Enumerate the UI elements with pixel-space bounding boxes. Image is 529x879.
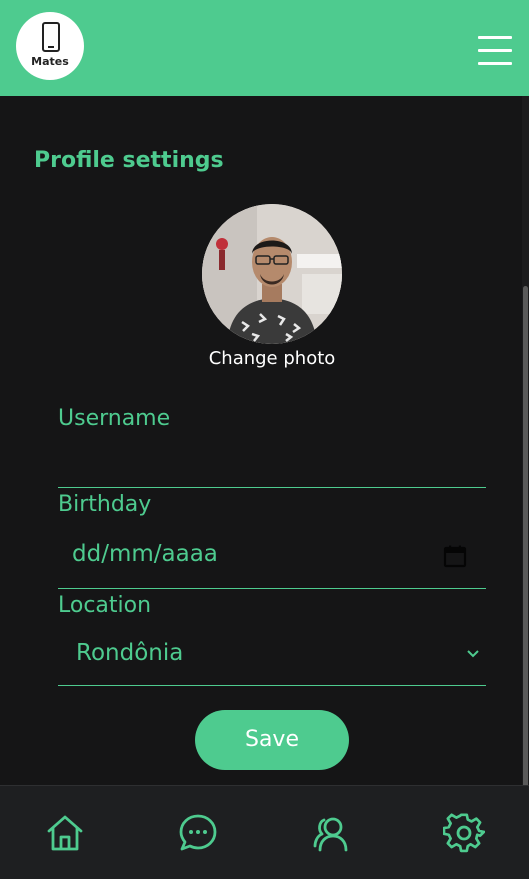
- settings-icon[interactable]: [443, 812, 485, 854]
- username-underline: [58, 487, 486, 488]
- calendar-icon[interactable]: [443, 544, 467, 568]
- home-icon[interactable]: [44, 812, 86, 854]
- chevron-down-icon[interactable]: [465, 648, 481, 660]
- birthday-label: Birthday: [58, 492, 152, 517]
- avatar[interactable]: [202, 204, 342, 344]
- change-photo-button[interactable]: Change photo: [150, 348, 394, 369]
- location-underline: [58, 685, 486, 686]
- chat-icon[interactable]: [177, 812, 219, 854]
- birthday-input[interactable]: dd/mm/aaaa: [72, 541, 218, 567]
- app-logo[interactable]: Mates: [16, 12, 84, 80]
- username-label: Username: [58, 406, 171, 431]
- save-button[interactable]: Save: [195, 710, 349, 770]
- page-title: Profile settings: [34, 148, 224, 173]
- location-label: Location: [58, 593, 152, 618]
- profile-settings-panel: Profile settings Change photo Username B…: [0, 96, 522, 785]
- phone-icon: [42, 22, 60, 52]
- friends-icon[interactable]: [310, 812, 352, 854]
- hamburger-menu-icon[interactable]: [478, 36, 512, 66]
- logo-text: Mates: [31, 55, 69, 68]
- bottom-navigation: [0, 785, 529, 879]
- birthday-underline: [58, 588, 486, 589]
- location-select[interactable]: Rondônia: [76, 640, 183, 666]
- scrollbar[interactable]: [522, 96, 529, 876]
- app-header: Mates: [0, 0, 529, 96]
- username-input[interactable]: [72, 448, 472, 478]
